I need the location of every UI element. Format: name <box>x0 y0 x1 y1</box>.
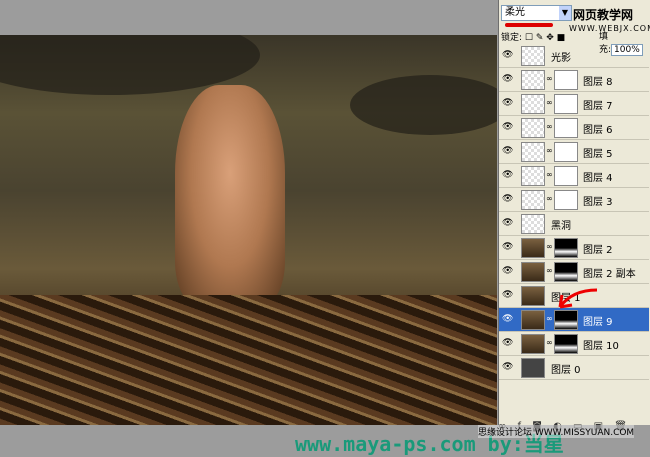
eye-icon[interactable]: 👁 <box>502 266 514 276</box>
layer-mask-thumbnail[interactable] <box>554 238 578 258</box>
layer-thumbnail <box>521 358 545 378</box>
red-underline-annotation <box>505 23 553 27</box>
layer-row[interactable]: 👁 ∞ 图层 10 <box>499 332 649 356</box>
layer-thumbnail <box>521 238 545 258</box>
layer-mask-thumbnail[interactable] <box>554 334 578 354</box>
layer-thumbnail <box>521 214 545 234</box>
link-icon[interactable]: ∞ <box>546 98 553 107</box>
eye-icon[interactable]: 👁 <box>502 122 514 132</box>
link-icon[interactable]: ∞ <box>546 170 553 179</box>
layer-name: 图层 8 <box>583 77 613 88</box>
layer-thumbnail <box>521 334 545 354</box>
chevron-down-icon: ▼ <box>559 6 571 20</box>
tree-roots <box>0 295 497 425</box>
layer-row[interactable]: 👁 ∞ 图层 8 <box>499 68 649 92</box>
eye-icon[interactable]: 👁 <box>502 314 514 324</box>
layer-row[interactable]: 👁 ∞ 图层 2 <box>499 236 649 260</box>
document-canvas[interactable] <box>0 35 497 425</box>
layer-mask-thumbnail[interactable] <box>554 94 578 114</box>
eye-icon[interactable]: 👁 <box>502 170 514 180</box>
red-arrow-annotation <box>558 288 598 309</box>
link-icon[interactable]: ∞ <box>546 242 553 251</box>
layer-thumbnail <box>521 46 545 66</box>
eye-icon[interactable]: 👁 <box>502 362 514 372</box>
layer-row[interactable]: 👁 ∞ 图层 2 副本 <box>499 260 649 284</box>
cloud <box>350 75 497 135</box>
eye-icon[interactable]: 👁 <box>502 338 514 348</box>
layer-thumbnail <box>521 94 545 114</box>
layer-name: 图层 0 <box>551 365 581 376</box>
lock-icons[interactable]: ☐ ✎ ✥ ■ <box>525 33 565 43</box>
eye-icon[interactable]: 👁 <box>502 74 514 84</box>
layer-thumbnail <box>521 118 545 138</box>
layer-thumbnail <box>521 310 545 330</box>
layer-name: 图层 2 副本 <box>583 269 636 280</box>
eye-icon[interactable]: 👁 <box>502 242 514 252</box>
layer-name: 光影 <box>551 53 571 64</box>
layer-thumbnail <box>521 142 545 162</box>
link-icon[interactable]: ∞ <box>546 74 553 83</box>
layer-name: 图层 5 <box>583 149 613 160</box>
layer-row[interactable]: 👁 黑洞 <box>499 212 649 236</box>
eye-icon[interactable]: 👁 <box>502 218 514 228</box>
eye-icon[interactable]: 👁 <box>502 146 514 156</box>
layer-row[interactable]: 👁 ∞ 图层 6 <box>499 116 649 140</box>
layer-name: 图层 10 <box>583 341 619 352</box>
layer-mask-thumbnail[interactable] <box>554 142 578 162</box>
layer-name: 图层 2 <box>583 245 613 256</box>
layer-thumbnail <box>521 190 545 210</box>
link-icon[interactable]: ∞ <box>546 266 553 275</box>
layer-thumbnail <box>521 286 545 306</box>
layer-mask-thumbnail[interactable] <box>554 118 578 138</box>
watermark-site: 网页教学网 <box>573 8 634 22</box>
layer-mask-thumbnail[interactable] <box>554 190 578 210</box>
layer-thumbnail <box>521 70 545 90</box>
layer-mask-thumbnail[interactable] <box>554 70 578 90</box>
blend-mode-select[interactable]: 柔光 ▼ <box>501 5 572 21</box>
layer-row[interactable]: 👁 ∞ 图层 4 <box>499 164 649 188</box>
layer-row[interactable]: 👁 ∞ 图层 3 <box>499 188 649 212</box>
lock-label: 锁定: <box>501 33 523 43</box>
link-icon[interactable]: ∞ <box>546 146 553 155</box>
link-icon[interactable]: ∞ <box>546 122 553 131</box>
layer-mask-thumbnail[interactable] <box>554 262 578 282</box>
lock-row: 锁定: ☐ ✎ ✥ ■ <box>501 30 565 43</box>
layer-name: 图层 6 <box>583 125 613 136</box>
eye-icon[interactable]: 👁 <box>502 50 514 60</box>
layer-row[interactable]: 👁 光影 <box>499 44 649 68</box>
layer-mask-thumbnail[interactable] <box>554 166 578 186</box>
layer-name: 图层 3 <box>583 197 613 208</box>
eye-icon[interactable]: 👁 <box>502 98 514 108</box>
layer-name: 黑洞 <box>551 221 571 232</box>
man-figure <box>175 85 285 305</box>
link-icon[interactable]: ∞ <box>546 194 553 203</box>
layer-row[interactable]: 👁 ∞ 图层 7 <box>499 92 649 116</box>
eye-icon[interactable]: 👁 <box>502 290 514 300</box>
blend-mode-value: 柔光 <box>505 7 525 18</box>
layer-thumbnail <box>521 262 545 282</box>
layer-row[interactable]: 👁 图层 0 <box>499 356 649 380</box>
footer-watermark-2: 思缘设计论坛 WWW.MISSYUAN.COM <box>478 425 635 438</box>
layer-name: 图层 9 <box>583 317 613 328</box>
link-icon[interactable]: ∞ <box>546 314 553 323</box>
layers-panel: 柔光 ▼ 网页教学网 WWW.WEBJX.COM 锁定: ☐ ✎ ✥ ■ 填充: 1… <box>498 0 650 425</box>
layer-row[interactable]: 👁 ∞ 图层 5 <box>499 140 649 164</box>
layer-name: 图层 7 <box>583 101 613 112</box>
layer-thumbnail <box>521 166 545 186</box>
link-icon[interactable]: ∞ <box>546 338 553 347</box>
layer-name: 图层 4 <box>583 173 613 184</box>
eye-icon[interactable]: 👁 <box>502 194 514 204</box>
